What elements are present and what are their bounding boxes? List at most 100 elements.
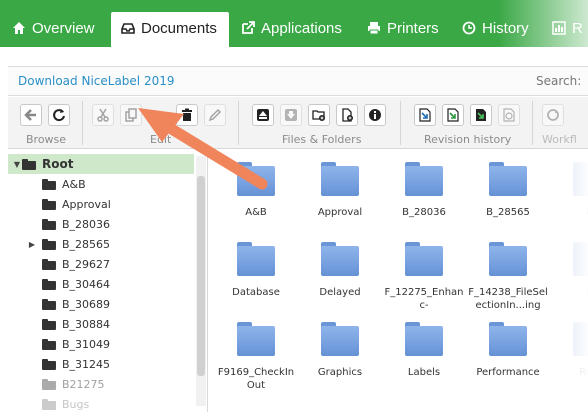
folder-icon xyxy=(42,318,56,330)
upload-button[interactable] xyxy=(252,104,274,126)
new-folder-button[interactable] xyxy=(308,104,330,126)
folder-icon xyxy=(321,322,359,356)
clock-icon xyxy=(462,21,476,35)
info-icon xyxy=(369,109,381,121)
edit-button[interactable] xyxy=(204,104,226,126)
grid-fade xyxy=(558,150,588,412)
tree-item[interactable]: B_28036 xyxy=(8,214,194,234)
folder-label: Graphics xyxy=(317,367,363,378)
toolbar-separator xyxy=(400,101,401,145)
delete-button[interactable] xyxy=(176,104,198,126)
document-clock-icon xyxy=(503,108,515,122)
tree-item[interactable]: B_29627 xyxy=(8,254,194,274)
folder-icon xyxy=(42,378,56,390)
workflow-group-label: Workfl xyxy=(542,133,577,146)
folder-item[interactable]: Database xyxy=(214,242,298,299)
scissors-icon xyxy=(97,108,109,122)
tree-item[interactable]: B_31049 xyxy=(8,334,194,354)
folder-icon xyxy=(42,278,56,290)
copy-icon xyxy=(125,108,137,122)
folder-label: B_28565 xyxy=(486,207,530,218)
folder-icon xyxy=(42,218,56,230)
tree-item[interactable]: B_30464 xyxy=(8,274,194,294)
tree-item[interactable]: Approval xyxy=(8,194,194,214)
refresh-button[interactable] xyxy=(48,104,70,126)
cut-button[interactable] xyxy=(92,104,114,126)
tab-applications[interactable]: Applications xyxy=(241,12,342,47)
folder-item[interactable]: F9169_CheckInOut xyxy=(214,322,298,392)
tree-item-label: Bugs xyxy=(62,397,90,411)
checkout-button[interactable] xyxy=(414,104,436,126)
undo-checkout-button[interactable] xyxy=(470,104,492,126)
download-icon xyxy=(285,109,297,121)
caret-right-icon[interactable]: ▶ xyxy=(22,240,42,249)
folder-item[interactable]: Graphics xyxy=(298,322,382,379)
tree-item[interactable]: B_30689 xyxy=(8,294,194,314)
folder-plus-icon xyxy=(312,110,325,121)
folder-icon xyxy=(237,162,275,196)
tree-item-root[interactable]: ▼ Root xyxy=(8,154,194,174)
pencil-icon xyxy=(208,108,222,122)
tree-item[interactable]: A&B xyxy=(8,174,194,194)
tree-item[interactable]: B_31245 xyxy=(8,354,194,374)
download-link[interactable]: Download NiceLabel 2019 xyxy=(18,74,174,88)
tree-item-label: A&B xyxy=(62,177,86,191)
folder-label: F_12275_Enhanc- xyxy=(384,287,464,311)
folder-item[interactable]: B_28036 xyxy=(382,162,466,219)
toolbar-separator xyxy=(238,101,239,145)
info-button[interactable] xyxy=(364,104,386,126)
folder-item[interactable]: Delayed xyxy=(298,242,382,299)
folder-icon xyxy=(42,338,56,350)
folder-icon xyxy=(42,238,56,250)
folder-item[interactable]: Performance xyxy=(466,322,550,379)
folder-icon xyxy=(489,162,527,196)
tab-printers-label: Printers xyxy=(387,20,439,37)
folder-icon xyxy=(237,322,275,356)
tab-documents[interactable]: Documents xyxy=(111,12,229,47)
tab-overview-label: Overview xyxy=(32,20,95,37)
caret-down-icon[interactable]: ▼ xyxy=(12,160,22,169)
workflow-button[interactable] xyxy=(542,104,564,126)
tree-item-label: B_29627 xyxy=(62,257,111,271)
folder-item[interactable]: B_28565 xyxy=(466,162,550,219)
folder-icon xyxy=(489,322,527,356)
tab-documents-label: Documents xyxy=(141,20,217,37)
folder-label: Delayed xyxy=(319,287,361,298)
tree-scrollbar[interactable] xyxy=(196,156,206,406)
tree-item-label: B_30689 xyxy=(62,297,111,311)
tree-item[interactable]: ▶ B_28565 xyxy=(8,234,194,254)
copy-button[interactable] xyxy=(120,104,142,126)
new-file-button[interactable] xyxy=(336,104,358,126)
tree-item-label: B_28565 xyxy=(62,237,111,251)
history-button[interactable] xyxy=(498,104,520,126)
checkin-button[interactable] xyxy=(442,104,464,126)
refresh-icon xyxy=(53,109,65,122)
arrow-left-icon xyxy=(24,109,36,121)
toolbar-separator xyxy=(82,101,83,145)
folder-icon xyxy=(22,158,36,170)
tree-item-label: B21275 xyxy=(62,377,105,391)
back-button[interactable] xyxy=(20,104,42,126)
tree-item-label: Root xyxy=(42,157,74,171)
folder-label: F_14238_FileSelectionIn...ing xyxy=(468,287,548,311)
tree-item[interactable]: B21275 xyxy=(8,374,194,394)
tree-item[interactable]: B_30884 xyxy=(8,314,194,334)
external-icon xyxy=(242,21,255,34)
printer-icon xyxy=(368,22,380,35)
download-button[interactable] xyxy=(280,104,302,126)
folder-item[interactable]: Labels xyxy=(382,322,466,379)
search-label: Search: xyxy=(536,74,582,88)
tab-overview[interactable]: Overview xyxy=(12,12,95,47)
scrollbar-thumb[interactable] xyxy=(197,176,205,376)
nav-fade xyxy=(498,0,588,47)
folder-item[interactable]: Approval xyxy=(298,162,382,219)
folder-item[interactable]: A&B xyxy=(214,162,298,219)
folder-item[interactable]: F_12275_Enhanc- xyxy=(382,242,466,312)
folder-label: Performance xyxy=(476,367,540,378)
tree-item[interactable]: Bugs xyxy=(8,394,194,412)
revision-history-group-label: Revision history xyxy=(424,133,512,146)
folder-icon xyxy=(42,398,56,410)
tab-printers[interactable]: Printers xyxy=(367,12,439,47)
tree-item-label: B_31245 xyxy=(62,357,111,371)
folder-item[interactable]: F_14238_FileSelectionIn...ing xyxy=(466,242,550,312)
